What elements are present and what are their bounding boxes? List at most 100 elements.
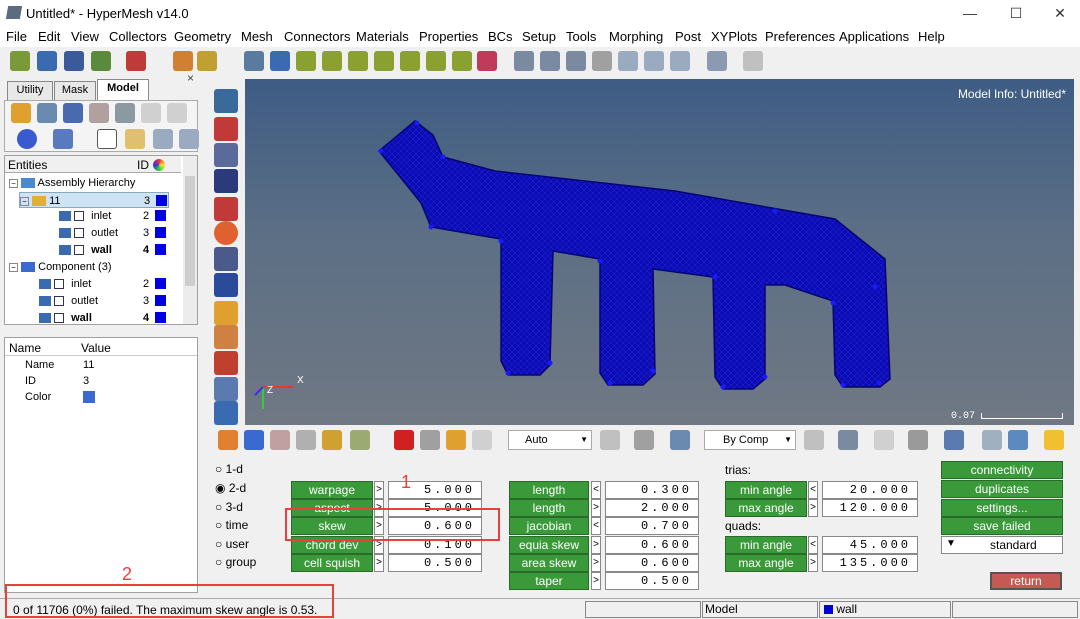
set-view-icon[interactable] bbox=[115, 103, 135, 123]
entity-display-icon[interactable] bbox=[17, 129, 37, 149]
menu-tools[interactable]: Tools bbox=[566, 29, 596, 44]
trias-max-angle-value[interactable]: 120.000 bbox=[822, 499, 918, 517]
load-view-icon[interactable] bbox=[141, 103, 161, 123]
area-skew-button[interactable]: area skew bbox=[509, 554, 589, 572]
show-hide-icon[interactable] bbox=[153, 129, 173, 149]
create-entity-icon[interactable] bbox=[53, 129, 73, 149]
pan-hand-icon[interactable] bbox=[592, 51, 612, 71]
tree-item-inlet[interactable]: inlet 2 bbox=[59, 208, 169, 224]
menu-edit[interactable]: Edit bbox=[38, 29, 60, 44]
quads-max-angle-button[interactable]: max angle bbox=[725, 554, 807, 572]
tree-item-comp-inlet[interactable]: inlet 2 bbox=[39, 276, 169, 292]
delete-icon[interactable] bbox=[394, 430, 414, 450]
menu-properties[interactable]: Properties bbox=[419, 29, 478, 44]
elem-style-icon[interactable] bbox=[634, 430, 654, 450]
layers-icon[interactable] bbox=[214, 169, 238, 193]
radio-user[interactable]: ○ user bbox=[215, 537, 249, 551]
radio-1d[interactable]: ○ 1-d bbox=[215, 462, 243, 476]
view-xz-icon[interactable] bbox=[348, 51, 368, 71]
manifold-mesh-model[interactable] bbox=[245, 79, 1074, 425]
check-elems-icon[interactable] bbox=[214, 221, 238, 245]
fit-view-icon[interactable] bbox=[270, 51, 290, 71]
help-icon[interactable] bbox=[472, 430, 492, 450]
equia-skew-button[interactable]: equia skew bbox=[509, 536, 589, 554]
rotate-icon[interactable] bbox=[670, 51, 690, 71]
trias-max-angle-button[interactable]: max angle bbox=[725, 499, 807, 517]
length-max-operator[interactable]: > bbox=[591, 499, 601, 517]
length-min-button[interactable]: length bbox=[509, 481, 589, 499]
return-button[interactable]: return bbox=[990, 572, 1062, 590]
view-persp-icon[interactable] bbox=[477, 51, 497, 71]
rotate-center-icon[interactable] bbox=[566, 51, 586, 71]
radio-2d[interactable]: ◉ 2-d bbox=[215, 481, 246, 495]
import-solver-icon[interactable] bbox=[91, 51, 111, 71]
trias-min-angle-operator[interactable]: < bbox=[808, 481, 818, 499]
quads-min-angle-operator[interactable]: < bbox=[808, 536, 818, 554]
length-min-operator[interactable]: < bbox=[591, 481, 601, 499]
pan-horizontal-icon[interactable] bbox=[618, 51, 638, 71]
component-view-icon[interactable] bbox=[11, 103, 31, 123]
taper-button[interactable]: taper bbox=[509, 572, 589, 590]
prop-display-icon[interactable] bbox=[270, 430, 290, 450]
menu-morphing[interactable]: Morphing bbox=[609, 29, 663, 44]
jacobian-operator[interactable]: < bbox=[591, 517, 601, 535]
tree-item-assembly-hierarchy[interactable]: − Assembly Hierarchy bbox=[9, 175, 135, 191]
save-failed-button[interactable]: save failed bbox=[941, 517, 1063, 535]
trias-min-angle-button[interactable]: min angle bbox=[725, 481, 807, 499]
distance-icon[interactable] bbox=[214, 301, 238, 325]
transform-icon[interactable] bbox=[214, 377, 238, 401]
view-zx-icon[interactable] bbox=[374, 51, 394, 71]
menu-view[interactable]: View bbox=[71, 29, 99, 44]
pan-vertical-icon[interactable] bbox=[644, 51, 664, 71]
isolate-display-icon[interactable] bbox=[446, 430, 466, 450]
length-max-button[interactable]: length bbox=[509, 499, 589, 517]
element-display-icon[interactable] bbox=[296, 430, 316, 450]
maximize-button[interactable]: ☐ bbox=[996, 2, 1036, 24]
mask-icon[interactable] bbox=[214, 117, 238, 141]
shade-icon[interactable] bbox=[420, 430, 440, 450]
display-toggle-icon[interactable] bbox=[214, 89, 238, 113]
trias-min-angle-value[interactable]: 20.000 bbox=[822, 481, 918, 499]
system-view-icon[interactable] bbox=[167, 103, 187, 123]
elem-shade-icon[interactable] bbox=[838, 430, 858, 450]
radio-3d[interactable]: ○ 3-d bbox=[215, 500, 243, 514]
tree-item-outlet[interactable]: outlet 3 bbox=[59, 225, 169, 241]
standard-dropdown[interactable]: ▼ standard bbox=[941, 536, 1063, 554]
mesh-lines-icon[interactable] bbox=[804, 430, 824, 450]
tab-model[interactable]: Model bbox=[97, 79, 149, 100]
tree-item-wall[interactable]: wall 4 bbox=[59, 242, 169, 258]
color-mode-icon[interactable] bbox=[944, 430, 964, 450]
quads-min-angle-value[interactable]: 45.000 bbox=[822, 536, 918, 554]
property-value[interactable]: 11 bbox=[83, 359, 94, 371]
monitor-icon[interactable] bbox=[1008, 430, 1028, 450]
menu-preferences[interactable]: Preferences bbox=[765, 29, 835, 44]
menu-help[interactable]: Help bbox=[918, 29, 945, 44]
menu-applications[interactable]: Applications bbox=[839, 29, 909, 44]
tree-item-comp-outlet[interactable]: outlet 3 bbox=[39, 293, 169, 309]
highlight-icon[interactable] bbox=[125, 129, 145, 149]
import-icon[interactable] bbox=[37, 51, 57, 71]
folder-icon[interactable] bbox=[197, 51, 217, 71]
view-xy-icon[interactable] bbox=[296, 51, 316, 71]
menu-materials[interactable]: Materials bbox=[356, 29, 409, 44]
menu-bcs[interactable]: BCs bbox=[488, 29, 513, 44]
graphics-viewport[interactable]: Model Info: Untitled* Z X 0.07 bbox=[245, 79, 1074, 425]
quads-min-angle-button[interactable]: min angle bbox=[725, 536, 807, 554]
filter-icon[interactable] bbox=[350, 430, 370, 450]
cell-squish-value[interactable]: 0.500 bbox=[388, 554, 482, 572]
feature-line-icon[interactable] bbox=[874, 430, 894, 450]
area-skew-value[interactable]: 0.600 bbox=[605, 554, 699, 572]
open-model-icon[interactable] bbox=[10, 51, 30, 71]
equia-skew-value[interactable]: 0.600 bbox=[605, 536, 699, 554]
comp-display-icon[interactable] bbox=[218, 430, 238, 450]
view-icon[interactable] bbox=[214, 143, 238, 167]
taper-value[interactable]: 0.500 bbox=[605, 572, 699, 590]
shaded-icon[interactable] bbox=[670, 430, 690, 450]
undo-icon[interactable] bbox=[707, 51, 727, 71]
length-min-value[interactable]: 0.300 bbox=[605, 481, 699, 499]
label-abc-red-icon[interactable] bbox=[214, 351, 238, 375]
export-icon[interactable] bbox=[126, 51, 146, 71]
menu-xyplots[interactable]: XYPlots bbox=[711, 29, 757, 44]
cell-squish-operator[interactable]: > bbox=[374, 554, 384, 572]
comp-view-icon[interactable] bbox=[214, 401, 238, 425]
